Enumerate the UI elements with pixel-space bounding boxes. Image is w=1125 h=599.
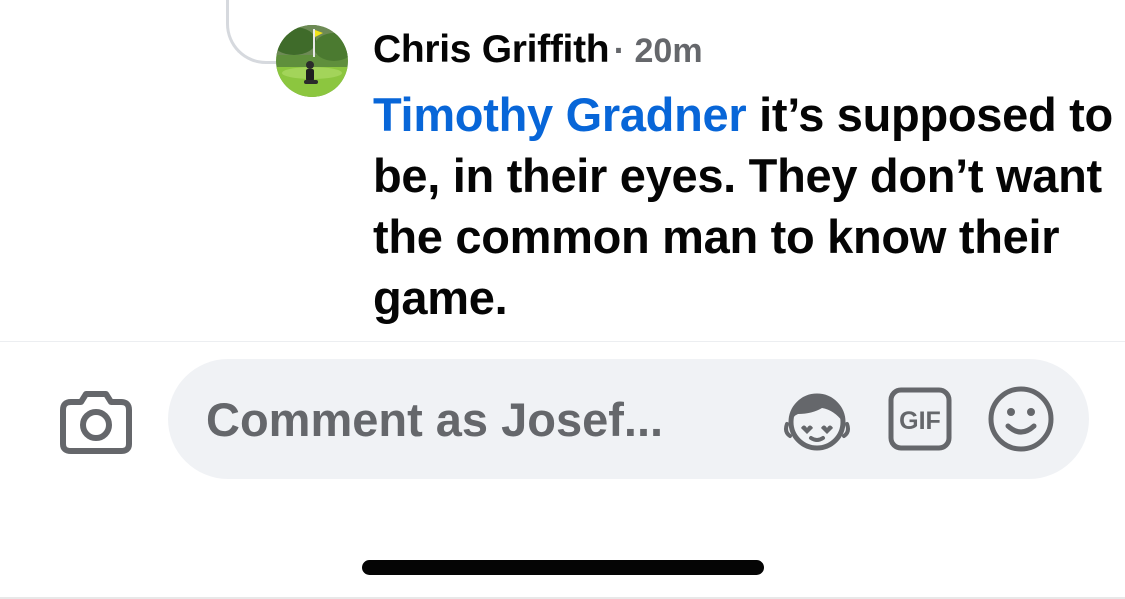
comment-text: Timothy Gradner it’s supposed to be, in … [373,84,1113,328]
camera-icon [60,391,132,454]
avatar-sticker-icon [784,393,850,451]
comment-header: Chris Griffith · 20m [373,22,703,86]
comment-composer: GIF [0,342,1125,502]
emoji-button[interactable] [986,384,1056,454]
home-indicator[interactable] [362,560,764,575]
camera-button[interactable] [57,390,135,454]
emoji-icon [988,386,1054,452]
mention-link[interactable]: Timothy Gradner [373,88,747,141]
author-avatar[interactable] [276,25,348,97]
comment-field[interactable]: GIF [168,359,1089,479]
comment-input[interactable] [206,359,776,479]
gif-label: GIF [899,407,941,435]
author-name[interactable]: Chris Griffith [373,28,610,71]
comment-timestamp[interactable]: · 20m [614,32,703,70]
gif-icon: GIF [888,387,952,451]
gif-button[interactable]: GIF [885,384,955,454]
avatar-sticker-button[interactable] [782,384,852,454]
profile-photo-golfer-icon [276,25,348,97]
